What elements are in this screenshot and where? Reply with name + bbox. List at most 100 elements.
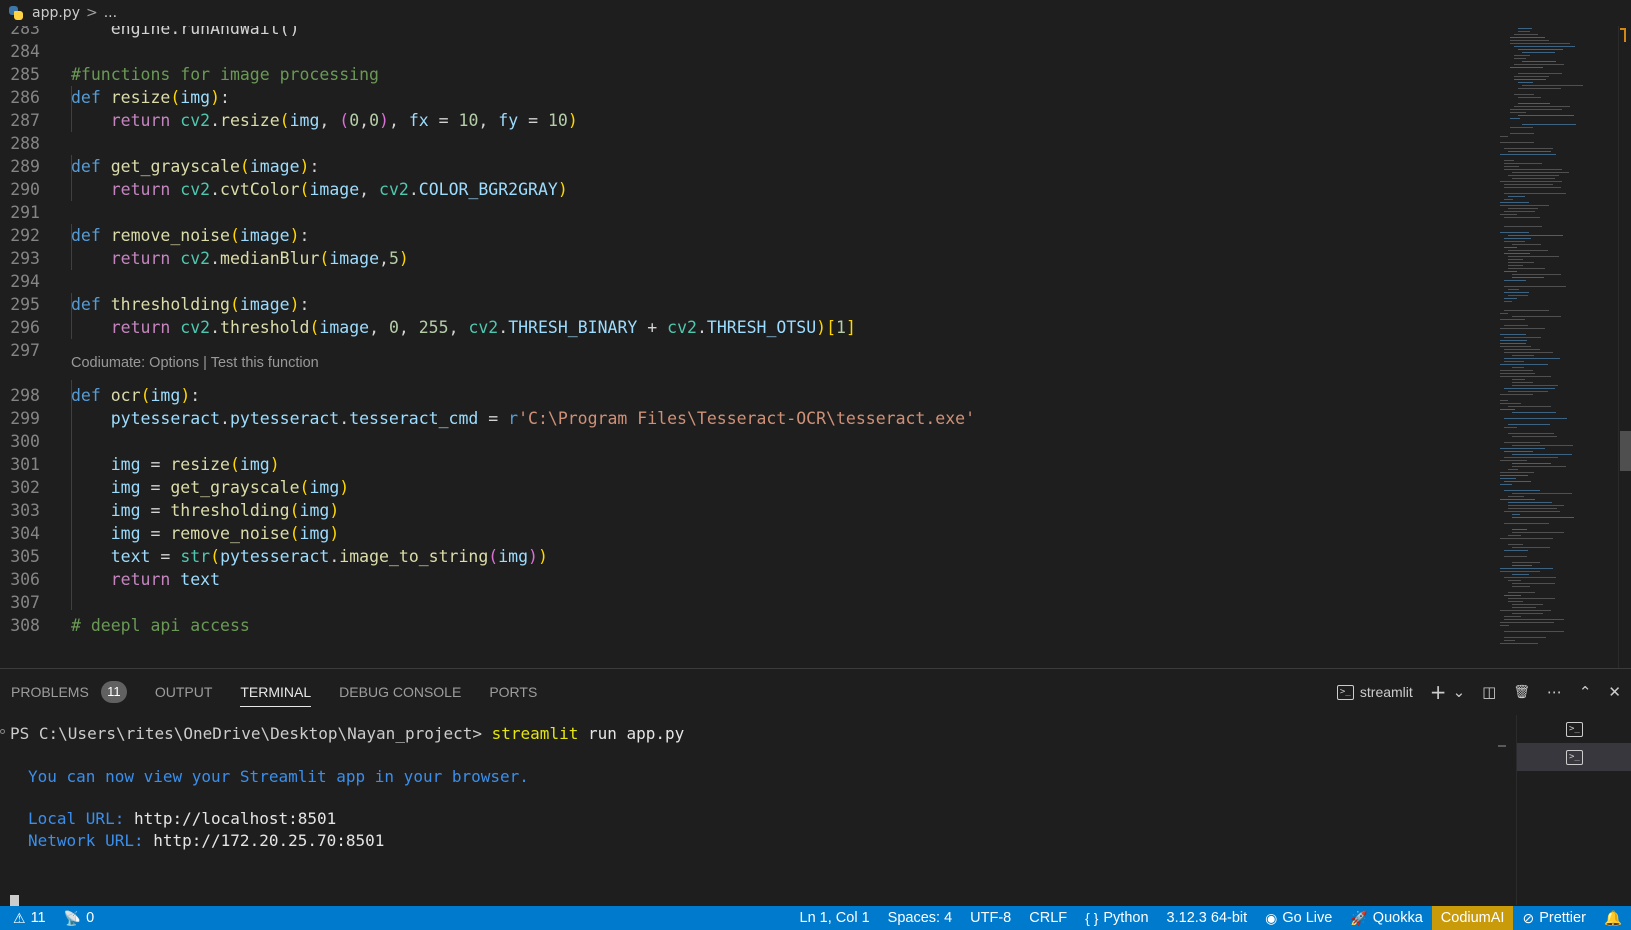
- language-mode[interactable]: { } Python: [1076, 906, 1157, 930]
- terminal-output[interactable]: PS C:\Users\rites\OneDrive\Desktop\Nayan…: [0, 715, 1520, 914]
- notifications-button[interactable]: 🔔: [1595, 906, 1631, 930]
- editor-scrollbar[interactable]: [1618, 26, 1631, 668]
- code-token: ocr: [110, 386, 141, 405]
- bottom-panel: PROBLEMS 11 OUTPUT TERMINAL DEBUG CONSOL…: [0, 668, 1631, 914]
- minimap[interactable]: [1500, 26, 1618, 668]
- code-token: return: [110, 111, 181, 130]
- code-line[interactable]: 300: [0, 430, 1500, 453]
- code-line[interactable]: 304 img = remove_noise(img): [0, 522, 1500, 545]
- problems-status[interactable]: ⚠ 11: [4, 906, 55, 930]
- code-token: remove_noise: [170, 524, 290, 543]
- cursor-position[interactable]: Ln 1, Col 1: [791, 906, 879, 930]
- code-line[interactable]: 302 img = get_grayscale(img): [0, 476, 1500, 499]
- tab-debug-console[interactable]: DEBUG CONSOLE: [339, 669, 461, 715]
- code-line[interactable]: 291: [0, 201, 1500, 224]
- code-line[interactable]: 293 return cv2.medianBlur(image,5): [0, 247, 1500, 270]
- network-url-link[interactable]: http://172.20.25.70:8501: [153, 831, 384, 850]
- code-line[interactable]: 288: [0, 132, 1500, 155]
- code-line[interactable]: 301 img = resize(img): [0, 453, 1500, 476]
- code-line[interactable]: 285 #functions for image processing: [0, 63, 1500, 86]
- code-line[interactable]: 290 return cv2.cvtColor(image, cv2.COLOR…: [0, 178, 1500, 201]
- code-line[interactable]: 303 img = thresholding(img): [0, 499, 1500, 522]
- code-line[interactable]: 298 def ocr(img):: [0, 384, 1500, 407]
- breadcrumb-more[interactable]: ...: [104, 5, 117, 21]
- trash-icon: 🗑: [1513, 684, 1530, 700]
- minimap-line: [1500, 370, 1533, 371]
- minimap-line: [1508, 544, 1523, 545]
- code-token: ): [339, 478, 350, 497]
- minimap-line: [1512, 436, 1557, 437]
- quokka-button[interactable]: 🚀 Quokka: [1341, 906, 1431, 930]
- split-terminal-button[interactable]: ◫: [1482, 683, 1496, 701]
- code-token: 0: [388, 318, 399, 337]
- code-line[interactable]: 287 return cv2.resize(img, (0,0), fx = 1…: [0, 109, 1500, 132]
- code-line[interactable]: 292 def remove_noise(image):: [0, 224, 1500, 247]
- tab-output[interactable]: OUTPUT: [155, 669, 213, 715]
- code-line[interactable]: 289 def get_grayscale(image):: [0, 155, 1500, 178]
- tab-problems[interactable]: PROBLEMS 11: [11, 669, 127, 715]
- code-token: ): [289, 295, 300, 314]
- code-token: ,: [398, 318, 419, 337]
- minimap-line: [1504, 631, 1565, 632]
- code-line[interactable]: 307: [0, 591, 1500, 614]
- code-line[interactable]: 294: [0, 270, 1500, 293]
- go-live-button[interactable]: ◉ Go Live: [1256, 906, 1341, 930]
- ports-status[interactable]: 📡 0: [55, 906, 104, 930]
- tab-ports[interactable]: PORTS: [489, 669, 537, 715]
- more-actions-button[interactable]: ⋯: [1547, 683, 1562, 701]
- tab-terminal[interactable]: TERMINAL: [240, 669, 311, 715]
- terminal-selector[interactable]: >_ streamlit: [1336, 684, 1413, 700]
- scrollbar-thumb[interactable]: [1620, 431, 1631, 471]
- terminal-list-item-2[interactable]: >_: [1517, 743, 1631, 771]
- code-line[interactable]: 308 # deepl api access: [0, 614, 1500, 637]
- warnings-count: 11: [30, 910, 46, 926]
- code-token: ): [528, 547, 538, 566]
- local-url-link[interactable]: http://localhost:8501: [134, 809, 336, 828]
- codelens-codiumate[interactable]: Codiumate: Options | Test this function: [71, 353, 319, 373]
- minimap-line: [1500, 499, 1535, 500]
- breadcrumb-file[interactable]: app.py: [32, 5, 80, 21]
- minimap-line: [1504, 199, 1514, 200]
- code-line[interactable]: 305 text = str(pytesseract.image_to_stri…: [0, 545, 1500, 568]
- code-line[interactable]: 286 def resize(img):: [0, 86, 1500, 109]
- minimap-line: [1514, 64, 1564, 65]
- indentation[interactable]: Spaces: 4: [879, 906, 962, 930]
- code-line[interactable]: 296 return cv2.threshold(image, 0, 255, …: [0, 316, 1500, 339]
- code-line[interactable]: 284: [0, 40, 1500, 63]
- code-line[interactable]: 299 pytesseract.pytesseract.tesseract_cm…: [0, 407, 1500, 430]
- split-icon: ◫: [1482, 683, 1497, 701]
- minimap-line: [1504, 640, 1515, 641]
- minimap-line: [1504, 271, 1517, 272]
- code-token: threshold: [220, 318, 310, 337]
- code-token: def: [71, 88, 111, 107]
- minimap-line: [1514, 55, 1531, 56]
- line-number: 303: [10, 501, 40, 520]
- end-of-line[interactable]: CRLF: [1020, 906, 1076, 930]
- command-decoration[interactable]: [0, 729, 5, 734]
- close-panel-button[interactable]: ✕: [1608, 683, 1621, 701]
- python-interpreter[interactable]: 3.12.3 64-bit: [1158, 906, 1257, 930]
- prettier-button[interactable]: ⊘ Prettier: [1513, 906, 1594, 930]
- maximize-panel-button[interactable]: ⌃: [1579, 683, 1592, 701]
- minimap-line: [1504, 301, 1513, 302]
- minimap-line: [1504, 286, 1566, 287]
- terminal-scrollbar[interactable]: [1498, 745, 1506, 747]
- minimap-line: [1500, 484, 1512, 485]
- minimap-line: [1508, 256, 1560, 257]
- minimap-line: [1512, 613, 1544, 614]
- terminal-list-item-1[interactable]: >_: [1517, 715, 1631, 743]
- codiumai-button[interactable]: CodiumAI: [1431, 906, 1514, 930]
- terminal-dropdown-button[interactable]: ⌄: [1453, 683, 1466, 701]
- code-token: img: [309, 478, 340, 497]
- encoding[interactable]: UTF-8: [961, 906, 1020, 930]
- code-editor[interactable]: 283 engine.runAndWait() 284 285 #functions …: [0, 26, 1631, 668]
- code-line[interactable]: 306 return text: [0, 568, 1500, 591]
- code-line[interactable]: 283 engine.runAndWait(): [0, 26, 1500, 40]
- line-number: 284: [10, 42, 40, 61]
- kill-terminal-button[interactable]: 🗑: [1513, 685, 1530, 700]
- code-line[interactable]: 295 def thresholding(image):: [0, 293, 1500, 316]
- new-terminal-button[interactable]: +: [1430, 680, 1447, 704]
